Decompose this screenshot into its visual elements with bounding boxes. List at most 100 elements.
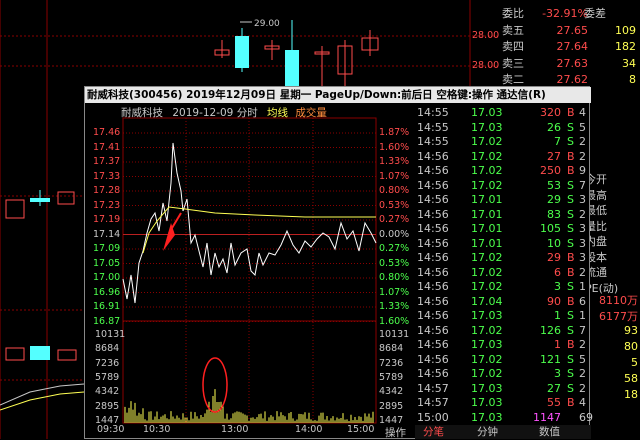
trade-price: 17.03 [471,396,503,409]
order-book-row: 卖三 27.63 34 [498,56,640,72]
stat-value: 18 [624,388,638,401]
trade-row: 14:56 17.01 105 S 3 [415,221,591,237]
trade-row: 14:56 17.02 29 B 3 [415,250,591,266]
trade-volume: 7 [554,135,561,148]
pct-tick: 1.07% [379,286,410,298]
tab-minutes[interactable]: 分钟 [477,425,498,439]
trade-flag: B [567,251,575,264]
stat-value: 93 [624,324,638,337]
price-tick: 17.37 [93,156,121,167]
trade-price: 17.04 [471,294,503,308]
pct-tick: 0.27% [379,214,410,225]
order-price: 27.63 [556,56,589,70]
trade-price: 17.02 [471,367,503,380]
intraday-popup-window[interactable]: 耐威科技(300456) 2019年12月09日 星期一 PageUp/Down… [84,86,593,440]
trade-flag: S [567,178,574,192]
trade-row: 14:57 17.03 55 B 4 [415,395,591,411]
trade-count: 2 [579,367,586,380]
bg-price-label-2: 28.00 [472,60,500,71]
volume-tick-right: 2895 [379,400,404,412]
tab-ticks[interactable]: 分笔 [423,425,444,439]
trade-volume: 250 [540,164,561,177]
trade-count: 5 [579,120,586,134]
time-tick: 10:30 [143,424,171,435]
trade-count: 2 [579,338,586,351]
trade-price: 17.01 [471,222,503,235]
bg-price-label-1: 28.00 [472,30,500,41]
trade-count: 69 [579,410,593,424]
trade-flag: S [567,193,574,206]
order-book-row: 卖四 27.64 182 [498,39,640,55]
order-label: 卖三 [502,56,524,70]
trade-time: 14:55 [417,135,449,148]
trade-volume: 29 [547,251,561,264]
order-price: 27.64 [556,40,589,53]
trade-volume: 26 [547,120,561,134]
trade-volume: 27 [547,149,561,163]
volume-tick-right: 4342 [379,386,404,398]
trade-price: 17.03 [471,309,503,322]
trade-price: 17.02 [471,280,503,293]
trade-count: 3 [579,193,586,206]
trade-volume: 83 [547,207,561,221]
trade-row: 14:56 17.02 121 S 5 [415,352,591,368]
stat-label: 内盘 [585,235,607,248]
trade-flag: B [567,106,575,119]
trade-time: 14:56 [417,294,449,308]
pct-tick: 0.53% [379,199,410,211]
stat-label: 今开 [585,173,607,186]
ops-label[interactable]: 操作 [385,425,406,440]
pct-tick: 0.00% [379,228,410,240]
trade-row: 14:56 17.02 27 B 2 [415,149,591,165]
trade-price: 17.01 [471,207,503,221]
trade-time: 14:55 [417,120,449,134]
trade-flag: S [567,367,574,380]
trade-time: 14:56 [417,164,449,177]
trade-count: 4 [579,396,586,409]
trade-row: 14:56 17.03 1 S 1 [415,308,591,324]
trade-count: 2 [579,207,586,221]
trade-time: 14:56 [417,309,449,322]
pct-tick: 0.80% [379,272,410,283]
trade-price: 17.02 [471,178,503,192]
tab-values[interactable]: 数值 [539,425,560,439]
trade-row: 14:55 17.03 26 S 5 [415,120,591,136]
trade-row: 14:56 17.02 250 B 9 [415,163,591,179]
trade-time: 14:56 [417,178,449,192]
trade-row: 14:56 17.01 29 S 3 [415,192,591,208]
stat-value: 8110万 [599,294,638,307]
trade-row: 14:56 17.03 1 B 2 [415,337,591,353]
volume-tick: 5789 [95,371,120,383]
trade-time: 14:56 [417,236,449,250]
trade-time: 14:56 [417,323,449,337]
price-tick: 17.19 [93,214,121,225]
trade-count: 3 [579,236,586,250]
stat-label: 流通 [585,266,607,279]
trade-time: 15:00 [417,410,449,424]
volume-tick-right: 8684 [379,343,404,355]
pct-tick: 0.53% [379,257,410,269]
trade-volume: 29 [547,193,561,206]
trade-row: 14:55 17.02 7 S 2 [415,134,591,150]
trade-price: 17.02 [471,135,503,148]
popup-title-bar[interactable]: 耐威科技(300456) 2019年12月09日 星期一 PageUp/Down… [85,87,591,103]
trade-volume: 55 [547,396,561,409]
trade-row: 14:56 17.01 10 S 3 [415,236,591,252]
trade-price: 17.02 [471,251,503,264]
trade-count: 2 [579,149,586,163]
order-volume: 委差 [584,7,606,20]
trade-flag: S [567,352,574,366]
order-book-row: 委比 -32.91% 委差 [498,6,640,22]
stat-value: 58 [624,372,638,385]
volume-tick: 8684 [95,343,120,355]
trade-price: 17.01 [471,193,503,206]
trade-flag: B [567,294,575,308]
trade-flag: S [567,135,574,148]
order-volume: 8 [629,73,636,86]
price-tick: 17.00 [93,272,121,283]
price-tick: 16.87 [93,315,121,327]
trade-time: 14:55 [417,106,449,119]
price-tick: 16.91 [93,301,121,312]
trade-flag: S [567,222,574,235]
pct-tick: 1.33% [379,156,410,167]
